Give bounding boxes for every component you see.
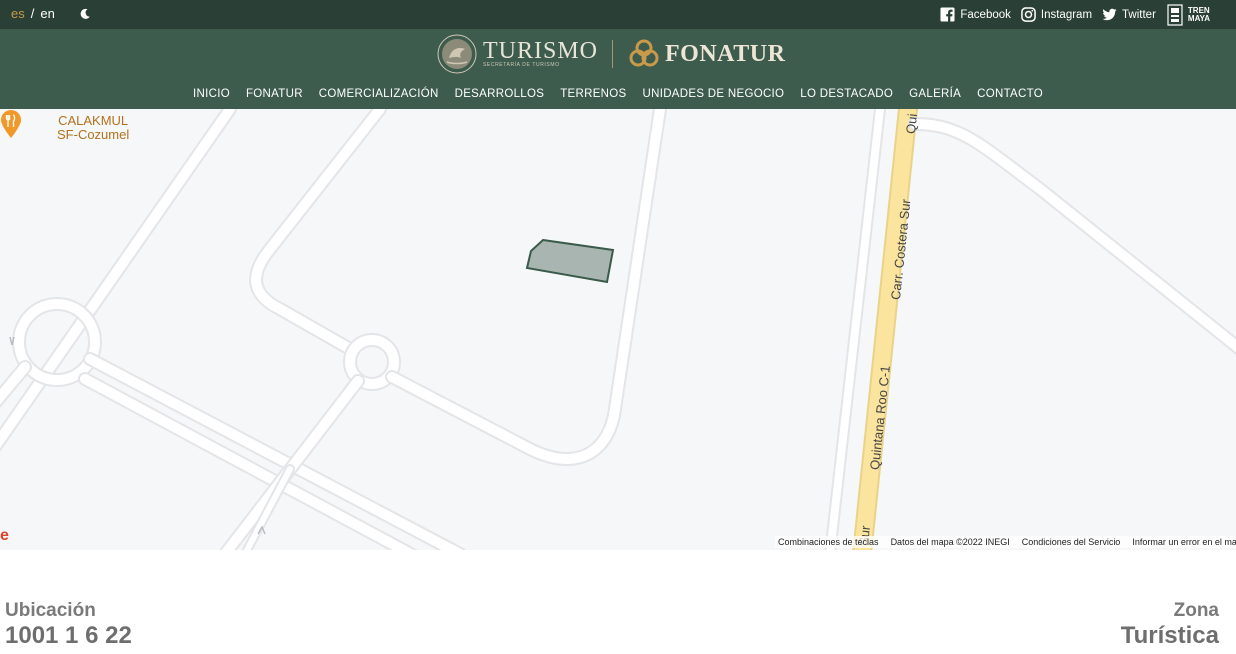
nav-desarrollos[interactable]: DESARROLLOS xyxy=(455,88,545,100)
lang-separator: / xyxy=(30,6,35,21)
logo-divider xyxy=(612,40,614,68)
instagram-link[interactable]: Instagram xyxy=(1021,7,1092,22)
poi-label[interactable]: CALAKMUL SF-Cozumel xyxy=(57,114,129,142)
nav-fonatur[interactable]: FONATUR xyxy=(246,88,303,100)
nav-lo-destacado[interactable]: LO DESTACADO xyxy=(800,88,893,100)
fonatur-title: FONATUR xyxy=(665,40,786,67)
top-bar: es / en Facebook Instagram Twitter TREN … xyxy=(0,0,1236,29)
site-header: TURISMO SECRETARÍA DE TURISMO FONATUR IN… xyxy=(0,29,1236,109)
fonatur-knot-icon xyxy=(629,39,659,67)
restaurant-pin-icon[interactable] xyxy=(0,109,22,139)
parcel-polygon[interactable] xyxy=(525,238,615,284)
zone-value: Turística xyxy=(1120,622,1219,649)
map-canvas[interactable] xyxy=(0,109,1236,550)
nav-terrenos[interactable]: TERRENOS xyxy=(560,88,626,100)
google-logo-fragment: e xyxy=(0,527,9,544)
location-value: 1001 1 6 22 xyxy=(5,622,132,649)
parcel-info: Ubicación 1001 1 6 22 Zona Turística xyxy=(0,550,1236,654)
tren-maya-link[interactable]: TREN MAYA xyxy=(1166,3,1210,27)
map-attribution: Combinaciones de teclas Datos del mapa ©… xyxy=(775,536,1236,548)
road-label-top: Qui xyxy=(903,112,921,135)
terms-link[interactable]: Condiciones del Servicio xyxy=(1022,537,1121,547)
tren-line2: MAYA xyxy=(1187,13,1210,23)
turismo-wordmark: TURISMO SECRETARÍA DE TURISMO xyxy=(483,38,599,68)
turismo-title: TURISMO xyxy=(483,38,599,64)
tren-maya-emblem-icon xyxy=(1167,3,1183,26)
logos: TURISMO SECRETARÍA DE TURISMO FONATUR xyxy=(437,33,785,75)
language-switcher: es / en xyxy=(11,6,55,21)
nav-contacto[interactable]: CONTACTO xyxy=(977,88,1043,100)
nav-galeria[interactable]: GALERÍA xyxy=(909,88,961,100)
twitter-label: Twitter xyxy=(1122,8,1156,21)
dark-mode-moon-icon[interactable] xyxy=(78,7,92,21)
zone-label: Zona xyxy=(1173,600,1219,621)
facebook-label: Facebook xyxy=(960,8,1011,21)
nav-unidades-de-negocio[interactable]: UNIDADES DE NEGOCIO xyxy=(642,88,784,100)
facebook-icon xyxy=(940,7,955,22)
social-links: Facebook Instagram Twitter TREN MAYA xyxy=(940,0,1236,29)
poi-name-line2: SF-Cozumel xyxy=(57,127,130,142)
lang-es-link[interactable]: es xyxy=(11,6,25,21)
main-nav: INICIO FONATUR COMERCIALIZACIÓN DESARROL… xyxy=(0,84,1236,102)
map-view[interactable]: CALAKMUL SF-Cozumel Carr. Costera Sur Qu… xyxy=(0,109,1236,550)
tren-maya-logo: TREN MAYA xyxy=(1187,6,1210,23)
zone-block: Zona Turística xyxy=(1121,600,1219,650)
poi-name-line1: CALAKMUL xyxy=(58,113,129,128)
nav-inicio[interactable]: INICIO xyxy=(193,88,230,100)
turismo-logo[interactable]: TURISMO SECRETARÍA DE TURISMO xyxy=(437,34,598,74)
mexico-coat-of-arms-icon xyxy=(437,34,477,74)
twitter-icon xyxy=(1102,8,1117,21)
twitter-link[interactable]: Twitter xyxy=(1102,7,1156,22)
lang-en-link[interactable]: en xyxy=(40,6,54,21)
keyboard-shortcuts-link[interactable]: Combinaciones de teclas xyxy=(778,537,879,547)
fonatur-logo[interactable]: FONATUR xyxy=(627,37,785,71)
map-data-label: Datos del mapa ©2022 INEGI xyxy=(890,537,1010,547)
facebook-link[interactable]: Facebook xyxy=(940,7,1011,22)
nav-comercializacion[interactable]: COMERCIALIZACIÓN xyxy=(319,88,439,100)
location-label: Ubicación xyxy=(5,600,96,621)
report-error-link[interactable]: Informar un error en el mapa xyxy=(1132,537,1236,547)
location-block: Ubicación 1001 1 6 22 xyxy=(5,600,132,650)
instagram-label: Instagram xyxy=(1040,8,1093,21)
instagram-icon xyxy=(1021,7,1036,22)
